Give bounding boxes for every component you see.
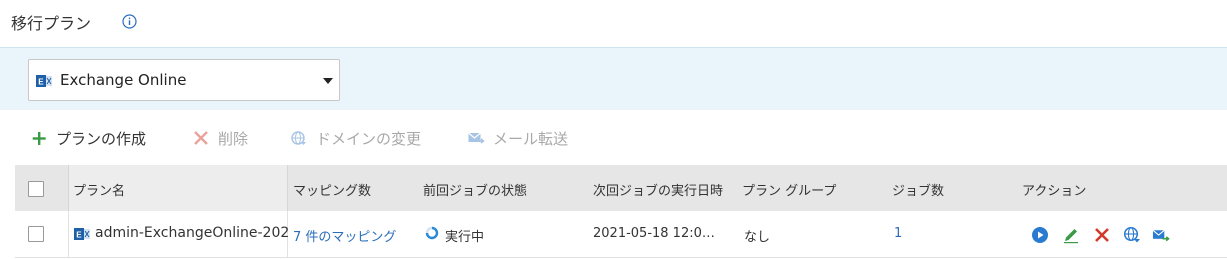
mail-forward-icon[interactable] — [1152, 226, 1170, 244]
col-header-actions: アクション — [1022, 165, 1162, 211]
svg-text:E: E — [76, 231, 82, 240]
last-job-status: 実行中 — [445, 230, 485, 245]
col-header-job-count-label: ジョブ数 — [892, 184, 945, 199]
col-header-plan-group-label: プラン グループ — [742, 184, 837, 199]
mappings-cell[interactable]: 7 件のマッピング — [293, 211, 418, 257]
row-checkbox[interactable] — [28, 226, 44, 242]
table-header: プラン名 マッピング数 前回ジョブの状態 次回ジョブの実行日時 プラン グループ… — [15, 165, 1227, 211]
exchange-icon: E — [36, 75, 52, 87]
change-domain-label: ドメインの変更 — [316, 130, 422, 148]
col-header-name[interactable]: プラン名 — [73, 165, 283, 211]
exchange-icon: E — [74, 228, 90, 240]
select-all-checkbox[interactable] — [28, 181, 44, 197]
edit-pencil-icon[interactable] — [1062, 226, 1080, 244]
change-domain-button[interactable]: ドメインの変更 — [291, 127, 441, 149]
create-plan-label: プランの作成 — [56, 130, 147, 148]
chevron-down-icon — [323, 78, 333, 84]
plan-group-cell: なし — [744, 211, 884, 257]
delete-x-icon[interactable] — [1093, 226, 1111, 244]
info-icon[interactable] — [122, 14, 137, 29]
start-job-icon[interactable] — [1031, 226, 1049, 244]
job-count-link[interactable]: 1 — [894, 226, 902, 241]
create-plan-button[interactable]: プランの作成 — [31, 127, 161, 149]
title-bar: 移行プラン — [0, 0, 1227, 47]
plan-name: admin-ExchangeOnline-202 — [95, 225, 288, 241]
delete-x-icon — [194, 131, 208, 145]
source-selected-value: Exchange Online — [60, 71, 187, 89]
svg-text:E: E — [38, 78, 44, 87]
plan-group-value: なし — [744, 230, 771, 245]
page-title: 移行プラン — [11, 14, 92, 33]
source-dropdown[interactable]: E Exchange Online — [28, 59, 340, 101]
globe-icon — [291, 131, 306, 145]
next-job-time: 2021-05-18 12:0… — [593, 226, 715, 241]
running-spinner-icon — [425, 226, 439, 240]
last-job-cell: 実行中 — [423, 211, 583, 257]
source-panel: E Exchange Online — [0, 47, 1227, 110]
col-header-job-count[interactable]: ジョブ数 — [892, 165, 1002, 211]
plan-name-cell[interactable]: E admin-ExchangeOnline-202 — [73, 211, 288, 257]
col-header-name-label: プラン名 — [73, 184, 126, 199]
toolbar: プランの作成 削除 ドメインの変更 メール転送 — [0, 120, 1227, 156]
globe-icon[interactable] — [1123, 226, 1141, 244]
col-header-next-job-label: 次回ジョブの実行日時 — [593, 184, 724, 199]
plus-icon — [32, 132, 46, 145]
col-header-actions-label: アクション — [1022, 184, 1087, 199]
mappings-link[interactable]: 7 件のマッピング — [293, 226, 396, 245]
job-count-cell[interactable]: 1 — [894, 211, 1004, 257]
delete-label: 削除 — [218, 130, 249, 148]
col-header-mappings-label: マッピング数 — [293, 184, 372, 199]
delete-button[interactable]: 削除 — [193, 127, 263, 149]
col-header-last-job-label: 前回ジョブの状態 — [423, 184, 528, 199]
col-header-next-job[interactable]: 次回ジョブの実行日時 — [593, 165, 743, 211]
next-job-cell: 2021-05-18 12:0… — [593, 211, 740, 257]
mail-forward-label: メール転送 — [493, 130, 569, 148]
mail-forward-button[interactable]: メール転送 — [468, 127, 588, 149]
col-header-last-job[interactable]: 前回ジョブの状態 — [423, 165, 583, 211]
col-header-plan-group[interactable]: プラン グループ — [742, 165, 882, 211]
mail-forward-icon — [468, 132, 485, 144]
table-row[interactable]: E admin-ExchangeOnline-202 7 件のマッピング 実行中… — [15, 211, 1227, 258]
col-header-mappings[interactable]: マッピング数 — [293, 165, 418, 211]
